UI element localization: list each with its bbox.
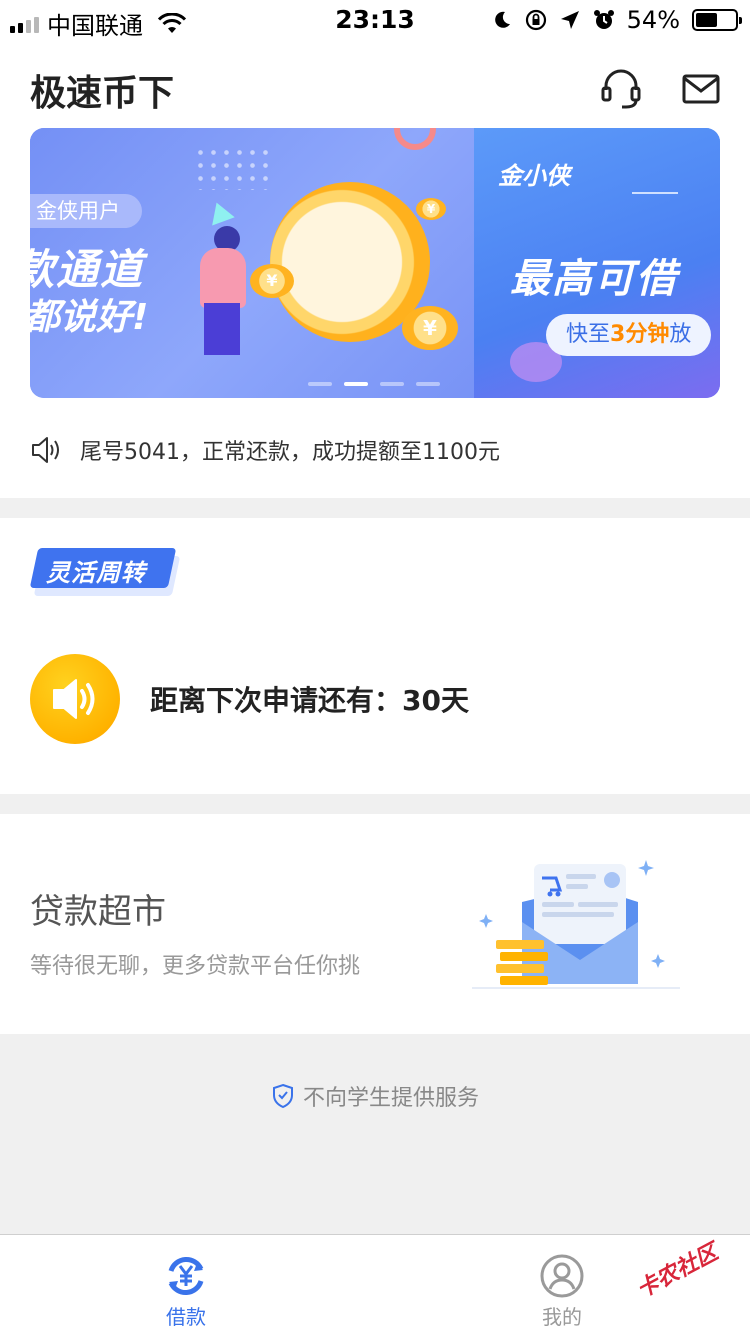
tab-mine[interactable]: 我的 <box>502 1247 622 1330</box>
shield-check-icon <box>272 1083 293 1109</box>
decorative-line <box>632 192 678 194</box>
page-title: 极速币下 <box>30 73 175 114</box>
coin-illustration: ¥ <box>416 198 446 220</box>
section-divider <box>0 794 750 814</box>
headset-icon <box>601 69 641 109</box>
loan-yen-icon <box>168 1257 204 1295</box>
user-icon <box>540 1254 584 1298</box>
loan-market-title: 贷款超市 <box>30 892 166 932</box>
app-header: 极速币下 <box>0 48 750 126</box>
disclaimer-text: 不向学生提供服务 <box>302 1086 479 1111</box>
footer-area <box>0 1034 750 1234</box>
banner-slide-next[interactable]: 金小侠 最高可借 快至3分钟放 <box>474 128 720 398</box>
message-button[interactable] <box>680 68 722 110</box>
pill-highlight: 3分钟 <box>610 322 670 347</box>
announcement-text: 尾号5041，正常还款，成功提额至1100元 <box>80 440 500 465</box>
banner-headline-3: 最高可借 <box>510 256 678 302</box>
carousel-dot[interactable] <box>416 382 440 386</box>
battery-level <box>696 13 717 27</box>
flexible-turnover-tag: 灵活周转 <box>29 548 181 596</box>
coin-illustration: ¥ <box>250 264 294 298</box>
loan-market-subtitle: 等待很无聊，更多贷款平台任你挑 <box>30 954 361 979</box>
carousel-dot[interactable] <box>344 382 368 386</box>
banner-slide-current[interactable]: 金侠用户 款通道 都说好! ¥ ¥ ¥ <box>30 128 474 398</box>
announcement-bar[interactable]: 尾号5041，正常还款，成功提额至1100元 <box>30 428 500 472</box>
banner-user-tag: 金侠用户 <box>30 194 142 228</box>
person-illustration-body <box>200 248 246 308</box>
status-right: 54% <box>491 6 742 34</box>
speaker-glyph <box>53 679 95 719</box>
decorative-triangle <box>205 198 235 226</box>
banner-brand: 金小侠 <box>498 162 570 190</box>
status-bar: 中国联通 23:13 54% <box>0 0 750 40</box>
student-disclaimer: 不向学生提供服务 <box>0 1080 750 1112</box>
location-arrow-icon <box>560 11 579 29</box>
promo-banner-carousel[interactable]: 金侠用户 款通道 都说好! ¥ ¥ ¥ 金小侠 最高可借 快至3分钟放 <box>30 128 720 398</box>
carousel-indicator <box>308 382 440 386</box>
envelope-cart-illustration <box>472 860 680 989</box>
flexible-turnover-label: 灵活周转 <box>46 559 146 587</box>
banner-speed-pill: 快至3分钟放 <box>546 314 712 356</box>
speaker-filled-icon <box>30 654 120 744</box>
section-divider <box>0 498 750 518</box>
mail-icon <box>682 74 720 104</box>
next-application-countdown: 距离下次申请还有：30天 <box>30 654 469 744</box>
decorative-ring <box>394 128 436 150</box>
banner-headline-2: 都说好! <box>30 297 149 338</box>
tab-loan[interactable]: 借款 <box>126 1247 246 1330</box>
moon-icon <box>494 11 510 28</box>
customer-service-button[interactable] <box>600 68 642 110</box>
tab-loan-label: 借款 <box>166 1305 206 1329</box>
coin-illustration: ¥ <box>402 306 458 350</box>
speaker-outline-icon <box>32 437 59 463</box>
countdown-text: 距离下次申请还有：30天 <box>150 684 469 717</box>
tab-mine-label: 我的 <box>542 1305 582 1329</box>
alarm-icon <box>593 10 614 29</box>
battery-icon <box>692 9 742 31</box>
rotation-lock-icon <box>525 9 546 31</box>
pill-suffix: 放 <box>669 322 692 347</box>
carousel-dot[interactable] <box>308 382 332 386</box>
pill-prefix: 快至 <box>566 322 611 347</box>
decorative-dots <box>194 146 274 190</box>
battery-percent: 54% <box>626 6 680 34</box>
person-illustration-legs <box>204 303 240 355</box>
carousel-dot[interactable] <box>380 382 404 386</box>
